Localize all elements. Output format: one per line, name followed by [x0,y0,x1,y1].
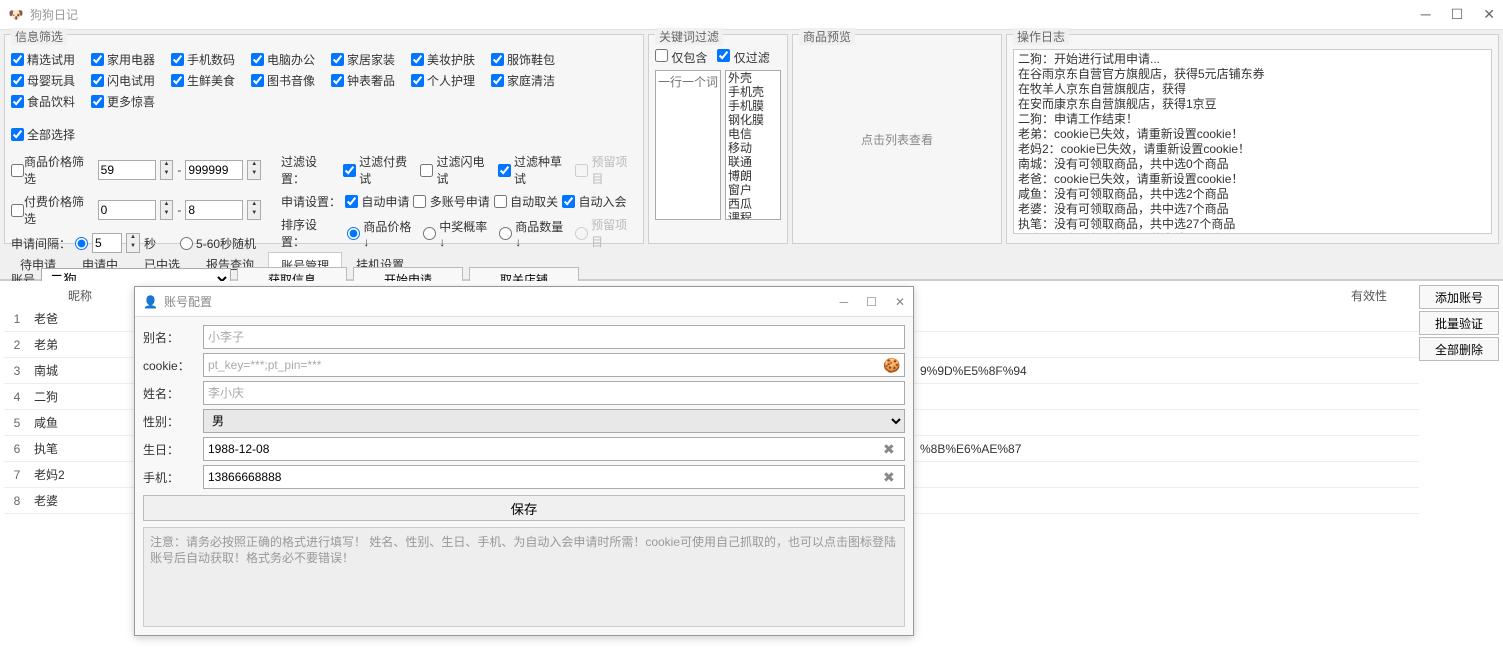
phone-input[interactable] [203,465,905,489]
preview-title: 商品预览 [799,28,855,45]
category-checkbox[interactable]: 家庭清洁 [491,72,571,89]
auto-apply-checkbox[interactable]: 自动申请 [345,193,409,210]
dialog-maximize-icon[interactable]: ☐ [866,295,877,309]
info-filter-title: 信息筛选 [11,28,67,45]
price-min-input[interactable] [98,160,156,180]
price-max-spinner[interactable]: ▲▼ [247,160,261,180]
close-icon[interactable]: ✕ [1483,6,1495,23]
interval-label: 申请间隔： [11,235,71,252]
category-checkbox[interactable]: 电脑办公 [251,51,331,68]
pay-max-input[interactable] [185,200,243,220]
log-body[interactable]: 二狗：开始进行试用申请...在谷雨京东自营官方旗舰店，获得5元店铺东券在牧羊人京… [1013,49,1492,234]
interval-fixed-radio[interactable] [75,237,88,250]
keyword-item[interactable]: 博朗 [726,169,780,183]
app-icon: 🐶 [8,7,24,23]
category-checkbox[interactable]: 更多惊喜 [91,93,171,110]
name-input[interactable] [203,381,905,405]
pay-filter-checkbox[interactable]: 付费价格筛选 [11,193,94,227]
filter-seed-checkbox[interactable]: 过滤种草试 [498,153,571,187]
product-preview-panel: 商品预览 点击列表查看 [792,34,1002,244]
delete-all-button[interactable]: 全部删除 [1419,337,1499,361]
pay-min-spinner[interactable]: ▲▼ [160,200,174,220]
category-checkbox[interactable]: 钟表奢品 [331,72,411,89]
category-checkbox[interactable]: 服饰鞋包 [491,51,571,68]
dialog-close-icon[interactable]: ✕ [895,295,905,309]
clear-birth-icon[interactable]: ✖ [883,441,899,457]
category-checkbox[interactable]: 美妆护肤 [411,51,491,68]
keyword-item[interactable]: 西瓜 [726,197,780,211]
price-filter-checkbox[interactable]: 商品价格筛选 [11,153,94,187]
keyword-input[interactable] [655,70,721,220]
keyword-list[interactable]: 外壳手机壳手机膜钢化膜电信移动联通博朗窗户西瓜课程网课培训 [725,70,781,220]
gender-select[interactable]: 男 [203,409,905,433]
category-checkbox[interactable]: 家居家装 [331,51,411,68]
price-min-spinner[interactable]: ▲▼ [160,160,174,180]
reserve1-checkbox: 预留项目 [575,153,637,187]
col-nick: 昵称 [30,287,130,304]
sort-qty-radio[interactable]: 商品数量↓ [499,218,567,249]
keyword-item[interactable]: 钢化膜 [726,113,780,127]
info-filter-panel: 信息筛选 精选试用家用电器手机数码电脑办公家居家装美妆护肤服饰鞋包母婴玩具闪电试… [4,34,644,244]
add-account-button[interactable]: 添加账号 [1419,285,1499,309]
preview-text: 点击列表查看 [799,39,995,239]
account-config-dialog: 👤 账号配置 ─ ☐ ✕ 别名： cookie：🍪 姓名： 性别：男 生日：✖ … [134,286,914,636]
keyword-item[interactable]: 联通 [726,155,780,169]
only-filter-checkbox[interactable]: 仅过滤 [717,49,769,66]
minimize-icon[interactable]: ─ [1421,6,1431,23]
category-checkbox[interactable]: 精选试用 [11,51,91,68]
user-icon: 👤 [143,295,158,309]
keyword-title: 关键词过滤 [655,28,723,45]
category-checkbox[interactable]: 闪电试用 [91,72,171,89]
keyword-item[interactable]: 手机壳 [726,85,780,99]
birth-input[interactable] [203,437,905,461]
category-checkbox[interactable]: 个人护理 [411,72,491,89]
cookie-icon[interactable]: 🍪 [883,357,899,373]
dialog-title: 账号配置 [164,293,840,310]
interval-spinner[interactable]: ▲▼ [126,233,140,253]
only-contain-checkbox[interactable]: 仅包含 [655,49,707,66]
col-valid: 有效性 [1319,287,1419,304]
category-checkbox[interactable]: 生鲜美食 [171,72,251,89]
save-button[interactable]: 保存 [143,495,905,521]
app-title: 狗狗日记 [30,6,1421,23]
maximize-icon[interactable]: ☐ [1451,6,1464,23]
filter-pay-checkbox[interactable]: 过滤付费试 [343,153,416,187]
dialog-minimize-icon[interactable]: ─ [840,295,849,309]
keyword-item[interactable]: 窗户 [726,183,780,197]
keyword-filter-panel: 关键词过滤 仅包含 仅过滤 外壳手机壳手机膜钢化膜电信移动联通博朗窗户西瓜课程网… [648,34,788,244]
titlebar: 🐶 狗狗日记 ─ ☐ ✕ [0,0,1503,30]
category-checkbox[interactable]: 图书音像 [251,72,331,89]
category-checkbox[interactable]: 家用电器 [91,51,171,68]
auto-join-checkbox[interactable]: 自动入会 [562,193,626,210]
sort-price-radio[interactable]: 商品价格↓ [347,218,415,249]
filter-flash-checkbox[interactable]: 过滤闪电试 [420,153,493,187]
keyword-item[interactable]: 课程 [726,211,780,220]
category-checkbox[interactable]: 手机数码 [171,51,251,68]
keyword-item[interactable]: 手机膜 [726,99,780,113]
category-checkbox[interactable]: 母婴玩具 [11,72,91,89]
verify-button[interactable]: 批量验证 [1419,311,1499,335]
keyword-item[interactable]: 移动 [726,141,780,155]
interval-random-radio[interactable]: 5-60秒随机 [180,235,256,252]
cookie-input[interactable] [203,353,905,377]
price-max-input[interactable] [185,160,243,180]
log-panel: 操作日志 二狗：开始进行试用申请...在谷雨京东自营官方旗舰店，获得5元店铺东券… [1006,34,1499,244]
interval-input[interactable] [92,233,122,253]
sort-prob-radio[interactable]: 中奖概率↓ [423,218,491,249]
all-select-checkbox[interactable]: 全部选择 [11,126,91,143]
dialog-note: 注意：请务必按照正确的格式进行填写！ 姓名、性别、生日、手机、为自动入会申请时所… [143,527,905,627]
alias-input[interactable] [203,325,905,349]
pay-max-spinner[interactable]: ▲▼ [247,200,261,220]
auto-close-checkbox[interactable]: 自动取关 [494,193,558,210]
reserve2-radio: 预留项目 [575,216,637,250]
multi-apply-checkbox[interactable]: 多账号申请 [413,193,489,210]
category-checkbox[interactable]: 食品饮料 [11,93,91,110]
keyword-item[interactable]: 电信 [726,127,780,141]
keyword-item[interactable]: 外壳 [726,71,780,85]
clear-phone-icon[interactable]: ✖ [883,469,899,485]
pay-min-input[interactable] [98,200,156,220]
log-title: 操作日志 [1013,28,1069,45]
